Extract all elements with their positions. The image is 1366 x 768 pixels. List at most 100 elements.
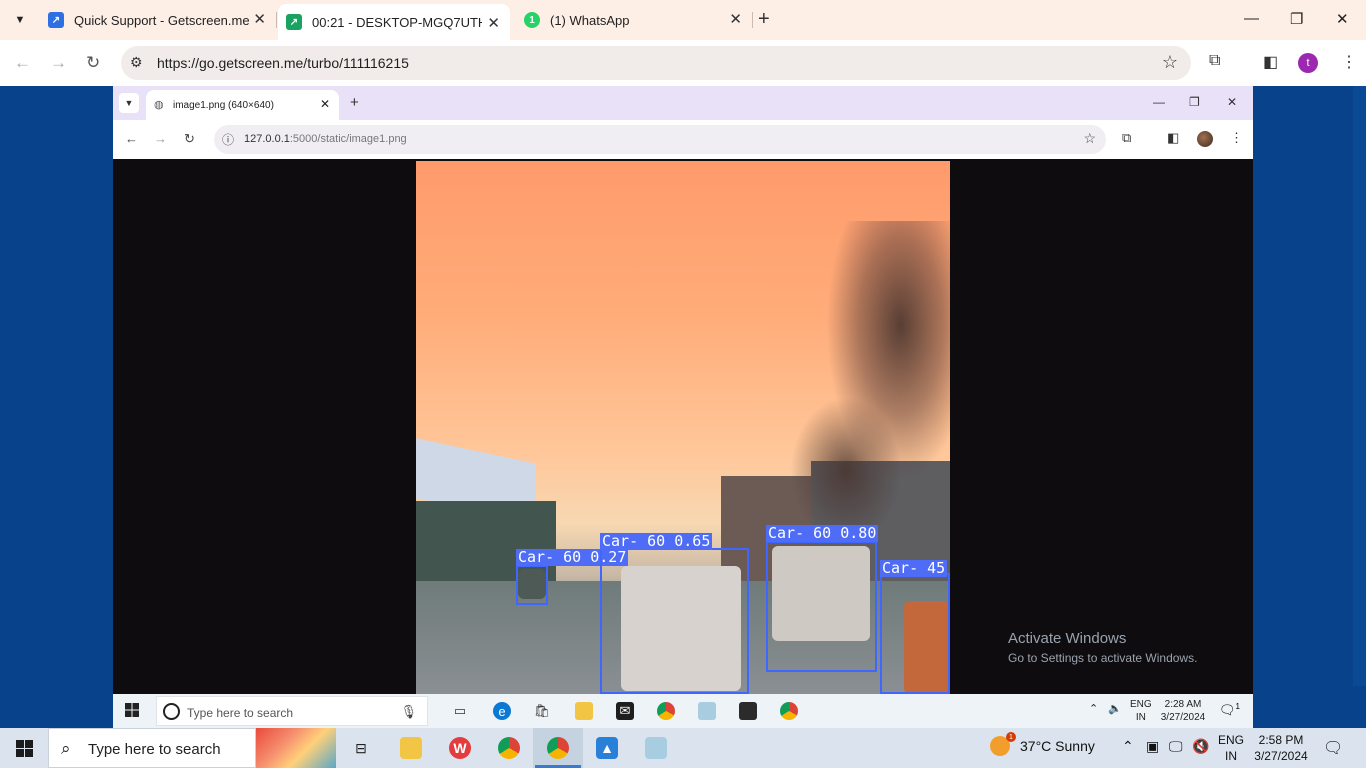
inner-tab-image[interactable]: ◍ image1.png (640×640) ✕ — [146, 90, 339, 120]
search-highlight-image[interactable] — [256, 728, 336, 768]
inner-new-tab-plus-icon[interactable]: + — [350, 94, 359, 111]
url-host: 127.0.0.1 — [244, 133, 290, 145]
remote-search-box[interactable]: Type here to search 🎙 — [156, 696, 428, 726]
side-panel-icon[interactable]: ◧ — [1263, 52, 1278, 72]
remote-date: 3/27/2024 — [1160, 712, 1206, 723]
windows-taskbar: ⌕ Type here to search ⊟ W ▲ 1 37°C Sunny… — [0, 728, 1366, 768]
task-view-icon[interactable]: ▭ — [451, 702, 469, 720]
detection-box — [516, 565, 548, 605]
watermark-title: Activate Windows — [1008, 630, 1127, 647]
inner-bookmark-star-icon[interactable]: ☆ — [1083, 130, 1096, 147]
reload-icon[interactable]: ↻ — [86, 53, 100, 73]
tray-chevron-icon[interactable]: ⌃ — [1089, 702, 1098, 715]
site-settings-icon[interactable]: ⚙ — [130, 54, 143, 71]
inner-restore-icon[interactable]: ❐ — [1189, 95, 1200, 109]
tab-quick-support[interactable]: ↗ Quick Support - Getscreen.me ✕ — [40, 0, 276, 40]
address-bar[interactable]: ⚙ https://go.getscreen.me/turbo/11111621… — [121, 46, 1191, 80]
task-view-icon[interactable]: ⊟ — [350, 737, 372, 759]
inner-tab-close-icon[interactable]: ✕ — [320, 97, 330, 111]
volume-muted-icon[interactable]: 🔇 — [1192, 738, 1209, 755]
chrome-active-icon[interactable] — [780, 702, 798, 720]
profile-avatar[interactable]: t — [1298, 53, 1318, 73]
info-icon[interactable]: ⓘ — [222, 131, 234, 148]
tab-close-icon[interactable]: ✕ — [729, 12, 742, 28]
tab-close-icon[interactable]: ✕ — [253, 12, 266, 28]
file-explorer-icon[interactable] — [400, 737, 422, 759]
inner-side-panel-icon[interactable]: ◧ — [1167, 130, 1179, 146]
inner-back-arrow-icon[interactable]: ← — [125, 131, 138, 146]
weather-text: 37°C Sunny — [1020, 738, 1095, 754]
clock-date: 3/27/2024 — [1254, 749, 1308, 763]
tab-remote-session[interactable]: ↗ 00:21 - DESKTOP-MGQ7UTH - / ✕ — [278, 4, 510, 40]
inner-forward-arrow-icon[interactable]: → — [154, 131, 167, 146]
inner-address-bar[interactable]: ⓘ 127.0.0.1:5000/static/image1.png ☆ — [214, 125, 1106, 154]
store-icon[interactable]: 🛍 — [533, 702, 551, 720]
forward-arrow-icon[interactable]: → — [50, 53, 67, 73]
taskbar-search-box[interactable]: ⌕ Type here to search — [48, 728, 256, 768]
language-indicator[interactable]: ENG IN — [1218, 732, 1244, 764]
chrome-icon[interactable] — [498, 737, 520, 759]
wps-office-icon[interactable]: W — [449, 737, 471, 759]
remote-windows-start-icon[interactable] — [125, 703, 139, 717]
back-arrow-icon[interactable]: ← — [14, 53, 31, 73]
inner-toolbar: ← → ↻ ⓘ 127.0.0.1:5000/static/image1.png… — [113, 120, 1253, 159]
app-icon[interactable] — [698, 702, 716, 720]
inner-profile-avatar[interactable] — [1197, 131, 1213, 147]
minimize-icon[interactable]: — — [1244, 10, 1259, 27]
tab-close-icon[interactable]: ✕ — [487, 16, 500, 32]
meet-icon[interactable]: ▣ — [1146, 738, 1159, 755]
windows-start-icon[interactable] — [16, 740, 33, 757]
inner-address-url[interactable]: 127.0.0.1:5000/static/image1.png — [244, 133, 407, 145]
app-icon[interactable] — [645, 737, 667, 759]
sun-icon: 1 — [990, 732, 1016, 756]
detection-box — [600, 548, 749, 694]
bookmark-star-icon[interactable]: ☆ — [1162, 52, 1178, 73]
volume-icon[interactable]: 🔈 — [1108, 702, 1122, 715]
menu-kebab-icon[interactable]: ⋮ — [1341, 52, 1357, 72]
tab-search-chevron-icon[interactable]: ▼ — [8, 8, 32, 32]
search-icon: ⌕ — [61, 739, 71, 758]
inner-tab-search-chevron-icon[interactable]: ▼ — [119, 93, 139, 113]
detection-box — [766, 541, 877, 672]
remote-notification-icon[interactable]: 🗨1 — [1219, 702, 1240, 718]
close-window-icon[interactable]: ✕ — [1336, 10, 1349, 28]
extensions-puzzle-icon[interactable]: ⧉ — [1209, 52, 1220, 70]
remote-language-indicator[interactable]: ENG IN — [1130, 698, 1152, 724]
file-explorer-icon[interactable] — [575, 702, 593, 720]
new-tab-plus-icon[interactable]: + — [758, 9, 770, 29]
cortana-circle-icon — [163, 703, 180, 720]
lang-bottom: IN — [1135, 712, 1146, 723]
inner-close-window-icon[interactable]: ✕ — [1227, 95, 1237, 109]
inner-minimize-icon[interactable]: — — [1153, 95, 1165, 109]
inner-reload-icon[interactable]: ↻ — [184, 131, 195, 147]
lang-top: ENG — [1218, 733, 1245, 747]
chrome-active-icon[interactable] — [547, 737, 569, 759]
tray-chevron-icon[interactable]: ⌃ — [1122, 738, 1134, 755]
mail-icon[interactable]: ✉ — [616, 702, 634, 720]
taskbar-clock[interactable]: 2:58 PM 3/27/2024 — [1250, 732, 1312, 764]
inner-menu-kebab-icon[interactable]: ⋮ — [1230, 130, 1243, 146]
address-url[interactable]: https://go.getscreen.me/turbo/111116215 — [157, 55, 409, 71]
tab-divider — [276, 12, 277, 28]
clock-time: 2:58 PM — [1258, 733, 1304, 747]
tab-whatsapp[interactable]: 1 (1) WhatsApp ✕ — [516, 0, 752, 40]
activate-windows-watermark: Activate Windows Go to Settings to activ… — [1008, 630, 1197, 665]
network-icon[interactable]: 🖵 — [1169, 738, 1183, 755]
lang-bottom: IN — [1225, 749, 1237, 763]
inner-extensions-icon[interactable]: ⧉ — [1122, 130, 1131, 146]
getscreen-favicon-icon: ↗ — [48, 12, 64, 28]
notification-center-icon[interactable]: 🗨 — [1323, 738, 1343, 758]
detection-image: Car- 60 0.27 Car- 60 0.65 Car- 60 0.80 C… — [416, 161, 950, 694]
notif-count: 1 — [1235, 702, 1240, 711]
terminal-icon[interactable] — [739, 702, 757, 720]
edge-icon[interactable]: e — [493, 702, 511, 720]
weather-widget[interactable]: 1 37°C Sunny — [990, 732, 1095, 756]
restore-icon[interactable]: ❐ — [1290, 10, 1303, 28]
inner-tab-title: image1.png (640×640) — [173, 100, 274, 111]
remote-clock[interactable]: 2:28 AM 3/27/2024 — [1158, 698, 1208, 724]
chrome-icon[interactable] — [657, 702, 675, 720]
photos-icon[interactable]: ▲ — [596, 737, 618, 759]
remote-search-placeholder: Type here to search — [187, 706, 294, 720]
tab-title: (1) WhatsApp — [550, 12, 630, 28]
microphone-icon[interactable]: 🎙 — [400, 704, 417, 720]
